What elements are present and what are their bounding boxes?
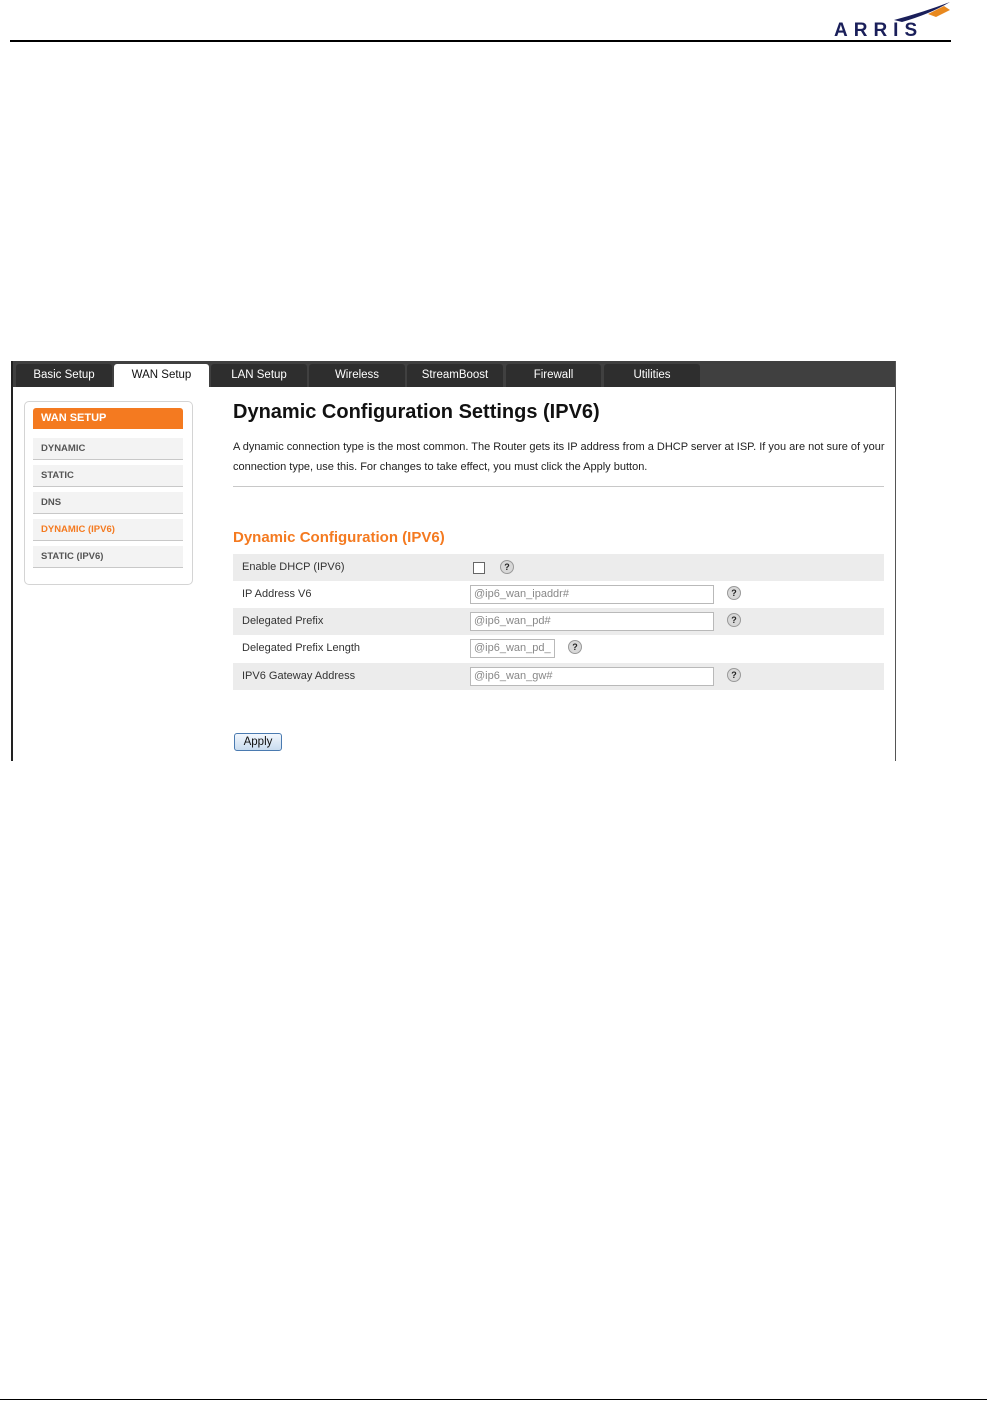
tab-basic-setup[interactable]: Basic Setup bbox=[16, 364, 112, 387]
help-icon[interactable]: ? bbox=[568, 640, 582, 654]
page-title: Dynamic Configuration Settings (IPV6) bbox=[233, 401, 600, 423]
enable-dhcp-ipv6-label: Enable DHCP (IPV6) bbox=[242, 561, 345, 573]
tab-firewall[interactable]: Firewall bbox=[506, 364, 601, 387]
router-admin-screenshot: Basic Setup WAN Setup LAN Setup Wireless… bbox=[11, 361, 896, 761]
ip-address-v6-label: IP Address V6 bbox=[242, 588, 312, 600]
enable-dhcp-ipv6-checkbox[interactable] bbox=[473, 562, 485, 574]
help-icon[interactable]: ? bbox=[727, 613, 741, 627]
arris-logo: ARRIS bbox=[832, 0, 952, 44]
document-footer-rule bbox=[0, 1399, 987, 1400]
row-ipv6-gateway-address: IPV6 Gateway Address @ip6_wan_gw# ? bbox=[233, 663, 884, 690]
document-header-rule bbox=[10, 40, 951, 42]
delegated-prefix-input[interactable]: @ip6_wan_pd# bbox=[470, 612, 714, 631]
apply-button[interactable]: Apply bbox=[234, 733, 282, 751]
logo-text: ARRIS bbox=[834, 20, 924, 41]
ipv6-gateway-address-input[interactable]: @ip6_wan_gw# bbox=[470, 667, 714, 686]
row-enable-dhcp-ipv6: Enable DHCP (IPV6) ? bbox=[233, 554, 884, 581]
sidebar-item-static-ipv6[interactable]: STATIC (IPV6) bbox=[33, 546, 183, 568]
sidebar-item-static[interactable]: STATIC bbox=[33, 465, 183, 487]
row-delegated-prefix: Delegated Prefix @ip6_wan_pd# ? bbox=[233, 608, 884, 635]
help-icon[interactable]: ? bbox=[727, 586, 741, 600]
tab-utilities[interactable]: Utilities bbox=[604, 364, 700, 387]
top-tab-bar: Basic Setup WAN Setup LAN Setup Wireless… bbox=[13, 361, 895, 387]
delegated-prefix-length-label: Delegated Prefix Length bbox=[242, 642, 361, 654]
tab-wan-setup[interactable]: WAN Setup bbox=[114, 364, 209, 387]
help-icon[interactable]: ? bbox=[500, 560, 514, 574]
delegated-prefix-length-input[interactable]: @ip6_wan_pd_ bbox=[470, 639, 555, 658]
sidebar-item-dynamic[interactable]: DYNAMIC bbox=[33, 438, 183, 460]
delegated-prefix-label: Delegated Prefix bbox=[242, 615, 324, 627]
help-icon[interactable]: ? bbox=[727, 668, 741, 682]
page-description: A dynamic connection type is the most co… bbox=[233, 441, 885, 473]
sidebar-item-dns[interactable]: DNS bbox=[33, 492, 183, 514]
tab-wireless[interactable]: Wireless bbox=[309, 364, 405, 387]
ip-address-v6-input[interactable]: @ip6_wan_ipaddr# bbox=[470, 585, 714, 604]
divider bbox=[233, 486, 884, 487]
sidebar-panel: WAN SETUP DYNAMIC STATIC DNS DYNAMIC (IP… bbox=[24, 401, 193, 585]
row-delegated-prefix-length: Delegated Prefix Length @ip6_wan_pd_ ? bbox=[233, 635, 884, 662]
tab-streamboost[interactable]: StreamBoost bbox=[407, 364, 503, 387]
sidebar-title: WAN SETUP bbox=[33, 408, 183, 429]
ipv6-gateway-address-label: IPV6 Gateway Address bbox=[242, 670, 356, 682]
sidebar-item-dynamic-ipv6[interactable]: DYNAMIC (IPV6) bbox=[33, 519, 183, 541]
row-ip-address-v6: IP Address V6 @ip6_wan_ipaddr# ? bbox=[233, 581, 884, 608]
tab-lan-setup[interactable]: LAN Setup bbox=[211, 364, 307, 387]
section-title: Dynamic Configuration (IPV6) bbox=[233, 529, 445, 546]
